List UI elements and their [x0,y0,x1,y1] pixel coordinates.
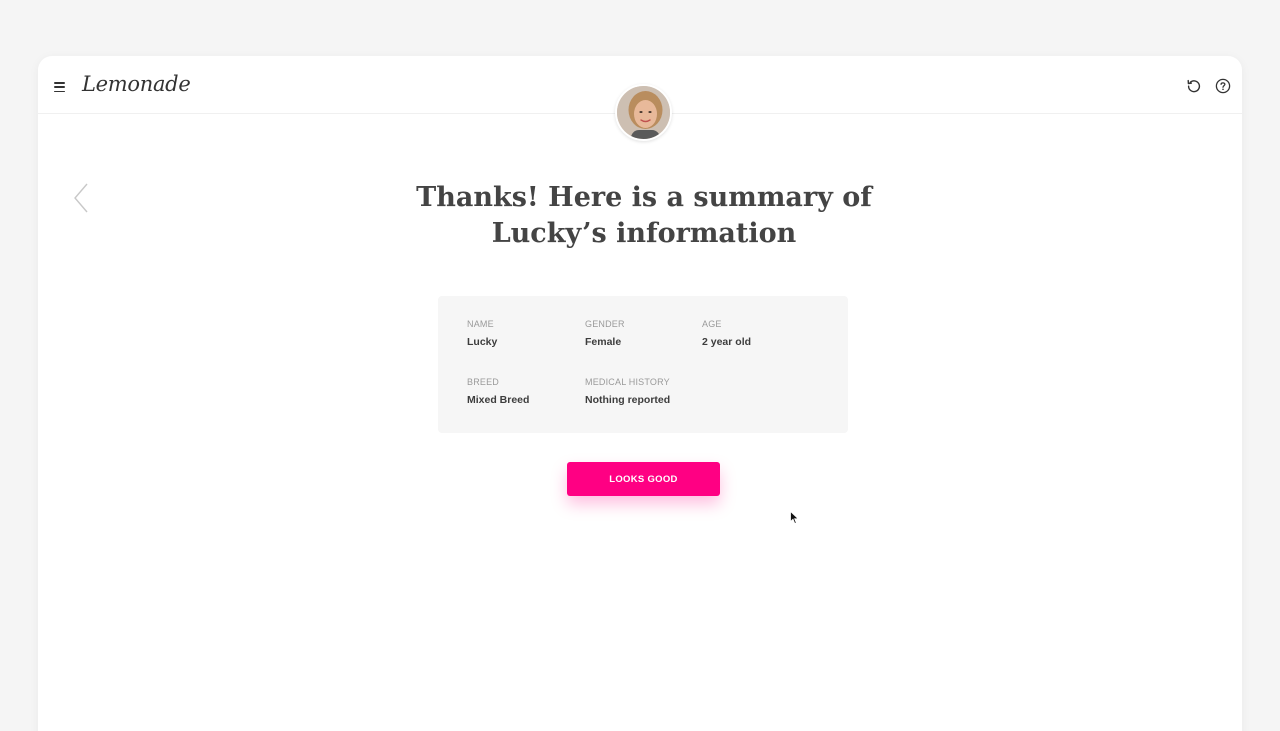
looks-good-button[interactable]: LOOKS GOOD [567,462,720,496]
summary-field-gender: GENDER Female [585,318,703,349]
help-circle-icon[interactable] [1215,78,1231,94]
field-value: 2 year old [702,336,752,348]
field-label: AGE [702,319,722,329]
summary-field-medical-history: MEDICAL HISTORY Nothing reported [585,376,703,407]
summary-field-breed: BREED Mixed Breed [467,376,585,407]
field-value: Mixed Breed [467,394,530,406]
field-label: NAME [467,319,494,329]
field-label: BREED [467,377,500,387]
lemonade-logo[interactable]: Lemonade [82,72,191,96]
mouse-cursor-icon [790,511,799,525]
assistant-avatar [615,84,672,141]
page-title: Thanks! Here is a summary of Lucky’s inf… [390,180,898,252]
field-label: MEDICAL HISTORY [585,377,670,387]
field-value: Nothing reported [585,394,671,406]
field-value: Female [585,336,622,348]
hamburger-icon[interactable] [54,82,65,92]
field-value: Lucky [467,336,498,348]
field-label: GENDER [585,319,625,329]
app-window: Lemonade Thanks! Here is a summary of Lu… [38,56,1242,731]
summary-field-name: NAME Lucky [467,318,585,349]
page-title-line-1: Thanks! Here is a summary of [416,182,872,213]
pet-summary-card: NAME Lucky GENDER Female AGE 2 year old … [438,296,848,433]
back-arrow-icon[interactable] [72,182,90,214]
summary-field-age: AGE 2 year old [702,318,820,349]
page-title-line-2: Lucky’s information [491,218,797,249]
restart-icon[interactable] [1186,78,1202,94]
